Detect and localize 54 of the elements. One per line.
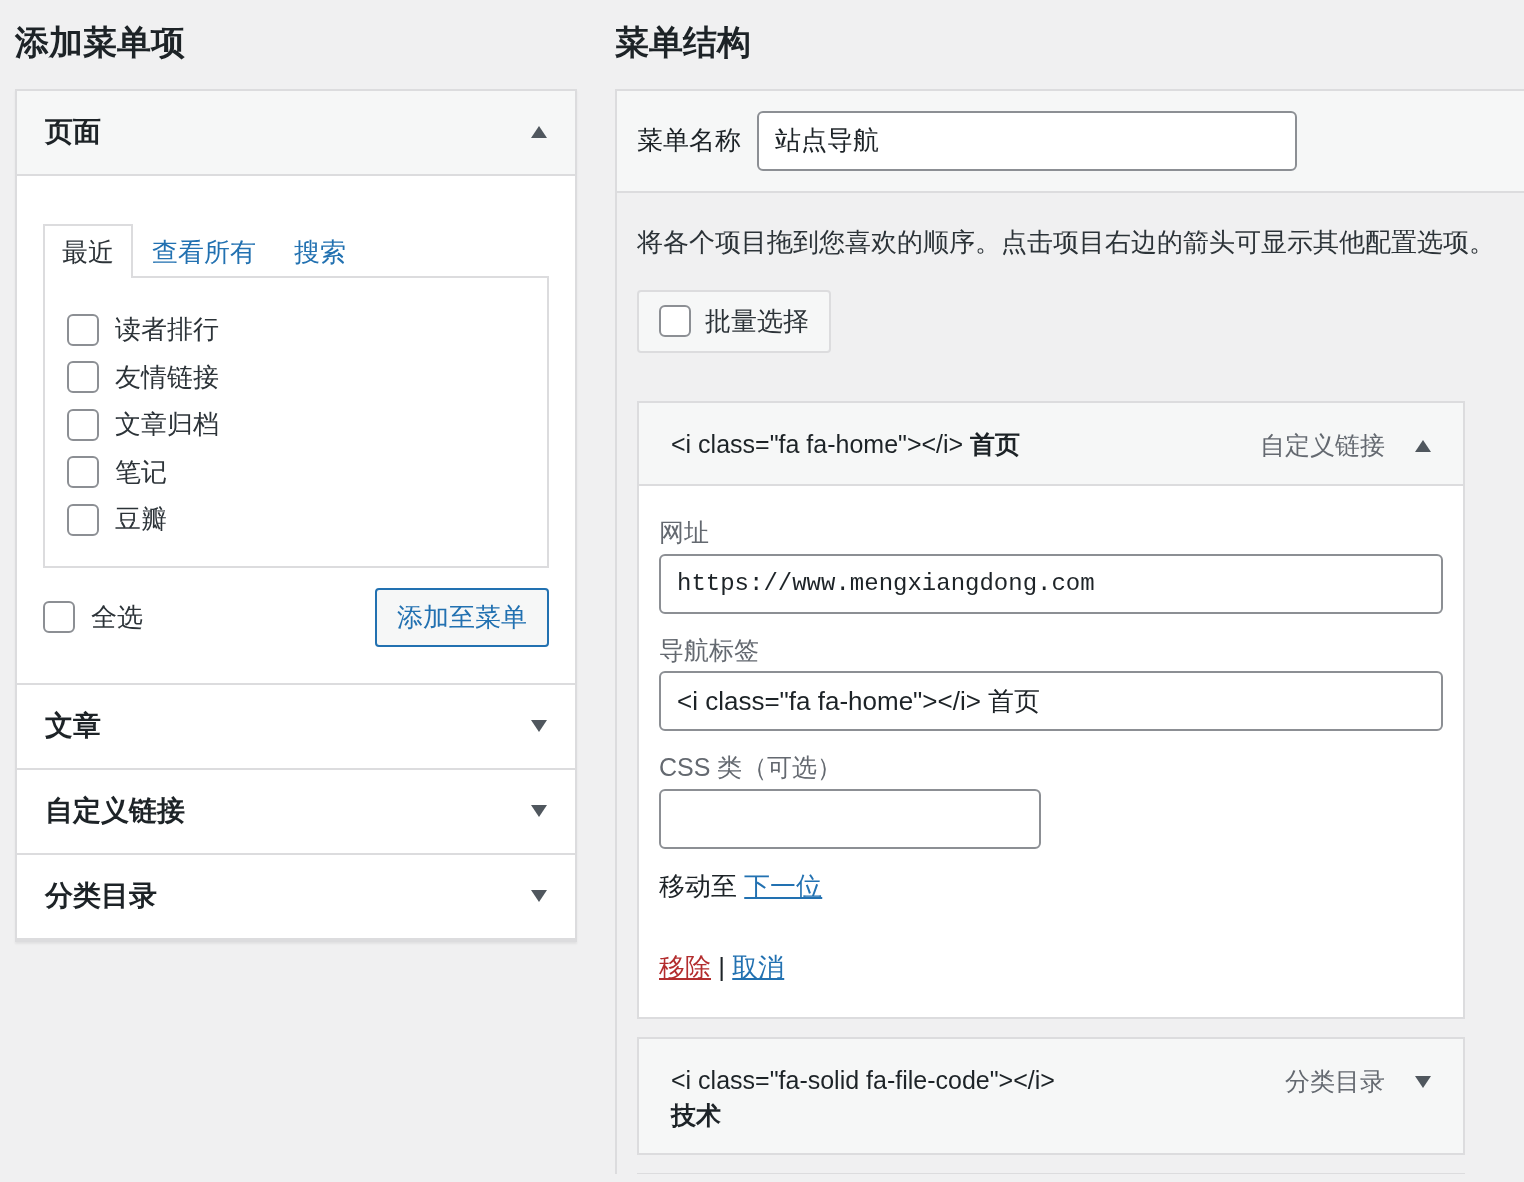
expand-arrow-icon[interactable] bbox=[1415, 1075, 1431, 1088]
checkbox-label[interactable]: 文章归档 bbox=[115, 405, 219, 445]
expand-arrow-icon[interactable] bbox=[531, 890, 547, 903]
checkbox[interactable] bbox=[43, 601, 75, 634]
separator-text: | bbox=[718, 951, 725, 982]
menu-item-title: <i class="fa-solid fa-file-code"></i> 技术 bbox=[671, 1064, 1056, 1131]
menu-item-type: 分类目录 bbox=[1285, 1065, 1385, 1097]
accordion-header[interactable]: 分类目录 bbox=[17, 854, 575, 940]
field-label: 菜单名称 bbox=[637, 124, 741, 158]
field-label: CSS 类（可选） bbox=[659, 752, 844, 784]
accordion-title: 页面 bbox=[45, 115, 101, 150]
section-heading: 添加菜单项 bbox=[15, 22, 186, 63]
checkbox[interactable] bbox=[67, 313, 99, 346]
section-heading: 菜单结构 bbox=[615, 22, 752, 63]
checkbox-label[interactable]: 豆瓣 bbox=[115, 500, 167, 540]
collapse-arrow-icon[interactable] bbox=[531, 126, 547, 139]
accordion-title: 分类目录 bbox=[45, 879, 157, 914]
checkbox-label[interactable]: 笔记 bbox=[115, 452, 167, 492]
instruction-text: 将各个项目拖到您喜欢的顺序。点击项目右边的箭头可显示其他配置选项。 bbox=[637, 225, 1496, 259]
field-label: 移动至 bbox=[659, 870, 737, 901]
add-to-menu-button[interactable]: 添加至菜单 bbox=[375, 587, 549, 647]
menu-item-title: <i class="fa fa-home"></i> 首页 bbox=[671, 428, 1022, 460]
checkbox[interactable] bbox=[67, 503, 99, 536]
accordion-title: 文章 bbox=[45, 709, 101, 744]
tab[interactable]: 搜索 bbox=[275, 223, 365, 279]
input-field[interactable]: https://www.mengxiangdong.com bbox=[659, 553, 1443, 614]
accordion-header[interactable]: 文章 bbox=[17, 684, 575, 770]
menu-item-header[interactable]: <i class="fa-solid fa-file-code"></i> 技术 分类目录 bbox=[639, 1038, 1463, 1153]
checkbox[interactable] bbox=[659, 305, 691, 338]
field-label: 网址 bbox=[659, 517, 710, 549]
tab[interactable]: 最近 bbox=[43, 223, 133, 279]
checkbox-label[interactable]: 全选 bbox=[91, 597, 143, 637]
collapse-arrow-icon[interactable] bbox=[1415, 439, 1431, 452]
cancel-link[interactable]: 取消 bbox=[732, 951, 785, 982]
tab[interactable]: 查看所有 bbox=[133, 223, 275, 279]
expand-arrow-icon[interactable] bbox=[531, 720, 547, 733]
menu-name-field[interactable]: 站点导航 bbox=[757, 110, 1297, 171]
checkbox[interactable] bbox=[67, 456, 99, 489]
accordion-header[interactable]: 自定义链接 bbox=[17, 769, 575, 855]
checkbox-label[interactable]: 友情链接 bbox=[115, 357, 219, 397]
input-field[interactable]: <i class="fa fa-home"></i> 首页 bbox=[659, 671, 1443, 732]
field-label: 导航标签 bbox=[659, 634, 760, 666]
expand-arrow-icon[interactable] bbox=[531, 805, 547, 818]
accordion-header[interactable]: 页面 bbox=[17, 90, 575, 176]
menu-item-header[interactable]: <i class="fa fa-home"></i> 首页 自定义链接 bbox=[639, 402, 1463, 487]
accordion-title: 自定义链接 bbox=[45, 794, 185, 829]
remove-link[interactable]: 移除 bbox=[659, 951, 711, 982]
menu-item-type: 自定义链接 bbox=[1260, 429, 1385, 461]
move-down-link[interactable]: 下一位 bbox=[744, 870, 823, 901]
bulk-select-button[interactable]: 批量选择 bbox=[637, 289, 831, 353]
checkbox[interactable] bbox=[67, 361, 99, 394]
checkbox-label[interactable]: 读者排行 bbox=[115, 310, 219, 350]
input-field[interactable] bbox=[659, 788, 1041, 849]
checkbox[interactable] bbox=[67, 408, 99, 441]
